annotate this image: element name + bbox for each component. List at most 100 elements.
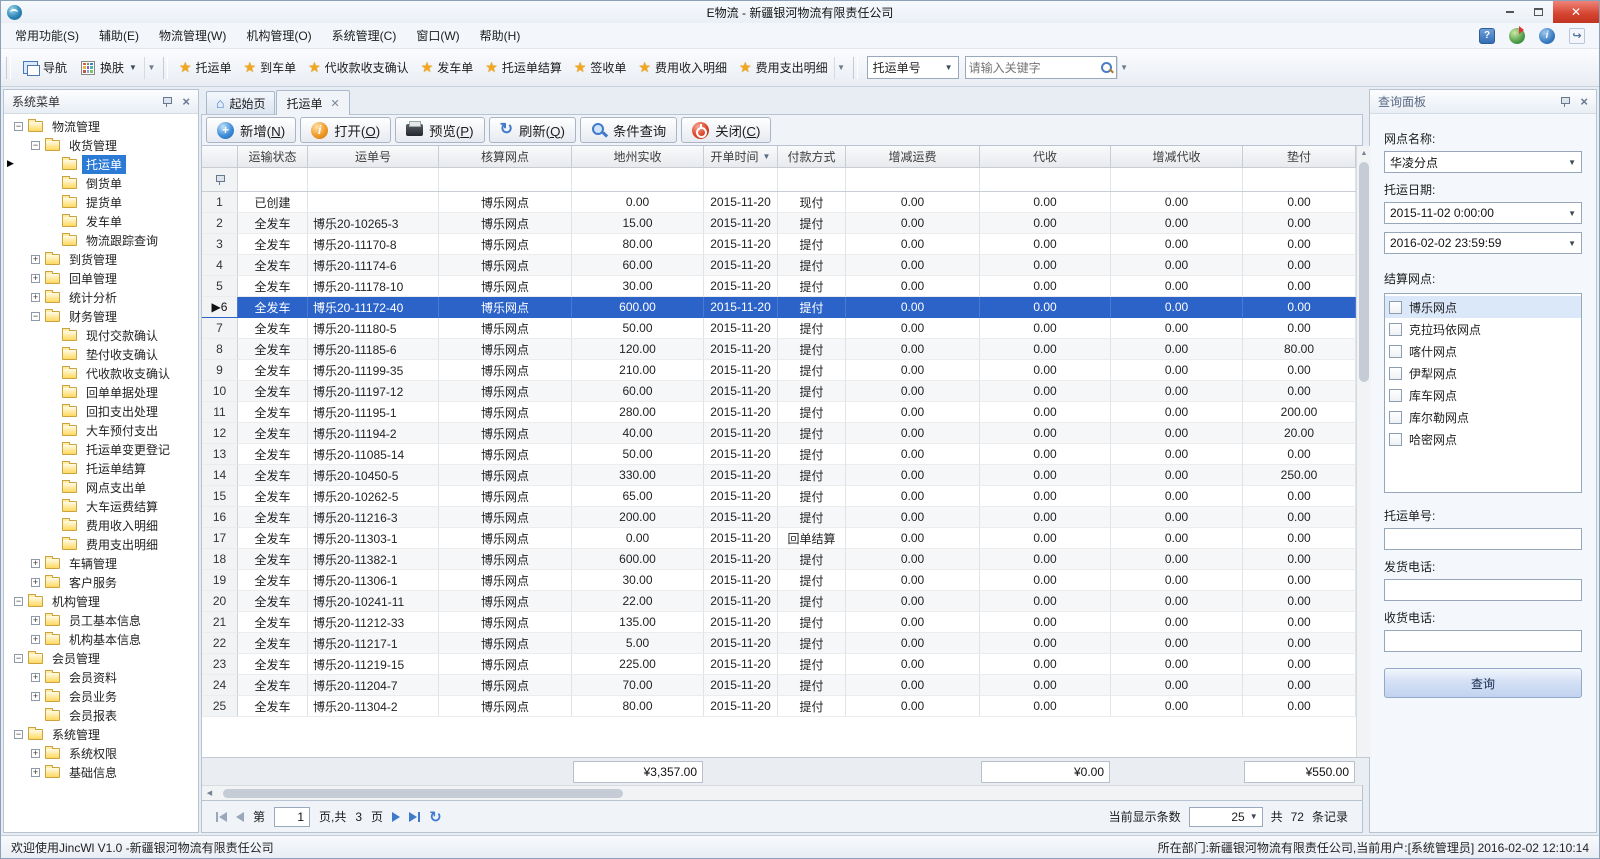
tree-item[interactable]: −收货管理	[4, 136, 198, 155]
prev-page-button[interactable]	[236, 812, 244, 822]
filter-cell[interactable]	[572, 168, 704, 191]
tree-item[interactable]: −物流管理	[4, 117, 198, 136]
settle-site-item[interactable]: 喀什网点	[1385, 340, 1581, 362]
menu-item[interactable]: 窗口(W)	[406, 23, 469, 48]
tree-item[interactable]: +车辆管理	[4, 554, 198, 573]
expand-toggle-icon[interactable]: +	[31, 749, 40, 758]
query-button[interactable]: 条件查询	[580, 117, 677, 143]
table-row[interactable]: 5全发车博乐20-11178-10博乐网点30.002015-11-20提付0.…	[202, 276, 1356, 297]
toolbar-overflow-button[interactable]: ▼	[144, 57, 158, 79]
tree-item[interactable]: 回单单据处理	[4, 383, 198, 402]
page-size-select[interactable]: 25 ▼	[1189, 807, 1263, 827]
tree-item[interactable]: 提货单	[4, 193, 198, 212]
menu-item[interactable]: 辅助(E)	[89, 23, 149, 48]
expand-toggle-icon[interactable]: +	[31, 768, 40, 777]
tree-item[interactable]: 托运单变更登记	[4, 440, 198, 459]
checkbox-icon[interactable]	[1389, 323, 1402, 336]
column-header[interactable]: 付款方式	[778, 146, 846, 167]
tree-item[interactable]: 网点支出单	[4, 478, 198, 497]
menu-item[interactable]: 帮助(H)	[470, 23, 531, 48]
navigation-button[interactable]: 导航	[16, 55, 74, 80]
tree-item[interactable]: −系统管理	[4, 725, 198, 744]
tree-item[interactable]: 回扣支出处理	[4, 402, 198, 421]
first-page-button[interactable]	[216, 812, 227, 822]
scroll-up-icon[interactable]: ▲	[1357, 146, 1371, 160]
filter-cell[interactable]	[980, 168, 1111, 191]
expand-toggle-icon[interactable]: −	[14, 730, 23, 739]
tree-item[interactable]: 大车运费结算	[4, 497, 198, 516]
table-row[interactable]: 13全发车博乐20-11085-14博乐网点50.002015-11-20提付0…	[202, 444, 1356, 465]
receiver-phone-input[interactable]	[1384, 630, 1582, 652]
expand-toggle-icon[interactable]: +	[31, 673, 40, 682]
tree-item[interactable]: 现付交款确认	[4, 326, 198, 345]
website-icon[interactable]	[1509, 28, 1525, 44]
search-icon[interactable]	[1100, 61, 1113, 74]
tree-item[interactable]: +系统权限	[4, 744, 198, 763]
close-icon[interactable]: ×	[1580, 95, 1588, 108]
expand-toggle-icon[interactable]: +	[31, 616, 40, 625]
checkbox-icon[interactable]	[1389, 345, 1402, 358]
help-doc-icon[interactable]	[1479, 28, 1495, 44]
table-row[interactable]: 20全发车博乐20-10241-11博乐网点22.002015-11-20提付0…	[202, 591, 1356, 612]
expand-toggle-icon[interactable]: −	[31, 312, 40, 321]
expand-toggle-icon[interactable]: +	[31, 578, 40, 587]
column-header[interactable]: 代收	[980, 146, 1111, 167]
table-row[interactable]: 17全发车博乐20-11303-1博乐网点0.002015-11-20回单结算0…	[202, 528, 1356, 549]
tree-item[interactable]: 发车单	[4, 212, 198, 231]
checkbox-icon[interactable]	[1389, 389, 1402, 402]
vertical-scrollbar[interactable]: ▲	[1356, 146, 1371, 757]
table-row[interactable]: 3全发车博乐20-11170-8博乐网点80.002015-11-20提付0.0…	[202, 234, 1356, 255]
about-icon[interactable]	[1539, 28, 1555, 44]
tree-item[interactable]: +机构基本信息	[4, 630, 198, 649]
tree-item[interactable]: 托运单结算	[4, 459, 198, 478]
tree-item[interactable]: −财务管理	[4, 307, 198, 326]
table-row[interactable]: 7全发车博乐20-11180-5博乐网点50.002015-11-20提付0.0…	[202, 318, 1356, 339]
tree-item[interactable]: +员工基本信息	[4, 611, 198, 630]
add-button[interactable]: +新增(N)	[206, 117, 296, 143]
scroll-left-icon[interactable]: ◀	[202, 789, 217, 797]
expand-toggle-icon[interactable]: −	[14, 654, 23, 663]
menu-item[interactable]: 物流管理(W)	[149, 23, 236, 48]
checkbox-icon[interactable]	[1389, 433, 1402, 446]
table-row[interactable]: 9全发车博乐20-11199-35博乐网点210.002015-11-20提付0…	[202, 360, 1356, 381]
favorite-shortcut[interactable]: ★费用支出明细	[733, 55, 834, 80]
tree-item[interactable]: 代收款收支确认	[4, 364, 198, 383]
horizontal-scrollbar[interactable]: ◀	[202, 785, 1362, 800]
filter-cell[interactable]	[704, 168, 778, 191]
scrollbar-thumb[interactable]	[223, 789, 623, 798]
filter-cell[interactable]	[778, 168, 846, 191]
table-row[interactable]: 21全发车博乐20-11212-33博乐网点135.002015-11-20提付…	[202, 612, 1356, 633]
settle-site-item[interactable]: 伊犁网点	[1385, 362, 1581, 384]
maximize-button[interactable]	[1524, 1, 1553, 23]
settle-site-item[interactable]: 库车网点	[1385, 384, 1581, 406]
expand-toggle-icon[interactable]: +	[31, 293, 40, 302]
skin-button[interactable]: 换肤 ▼	[74, 55, 144, 80]
sender-phone-input[interactable]	[1384, 579, 1582, 601]
favorite-shortcut[interactable]: ★托运单	[173, 55, 238, 80]
filter-cell[interactable]	[439, 168, 572, 191]
tree-item[interactable]: +到货管理	[4, 250, 198, 269]
table-row[interactable]: ▶6全发车博乐20-11172-40博乐网点600.002015-11-20提付…	[202, 297, 1356, 318]
close-button[interactable]: ✕	[1553, 1, 1599, 23]
date-to-select[interactable]: 2016-02-02 23:59:59 ▼	[1384, 232, 1582, 254]
expand-toggle-icon[interactable]: −	[14, 597, 23, 606]
tree-item[interactable]: −机构管理	[4, 592, 198, 611]
page-number-input[interactable]	[274, 807, 310, 827]
column-header[interactable]: 运单号	[308, 146, 439, 167]
expand-toggle-icon[interactable]: +	[31, 635, 40, 644]
column-header[interactable]: 地州实收	[572, 146, 704, 167]
settle-site-item[interactable]: 博乐网点	[1385, 296, 1581, 318]
refresh-button[interactable]: ↻刷新(Q)	[489, 117, 576, 143]
table-row[interactable]: 19全发车博乐20-11306-1博乐网点30.002015-11-20提付0.…	[202, 570, 1356, 591]
table-row[interactable]: 11全发车博乐20-11195-1博乐网点280.002015-11-20提付0…	[202, 402, 1356, 423]
open-button[interactable]: i打开(O)	[300, 117, 391, 143]
table-row[interactable]: 25全发车博乐20-11304-2博乐网点80.002015-11-20提付0.…	[202, 696, 1356, 717]
expand-toggle-icon[interactable]: +	[31, 559, 40, 568]
preview-button[interactable]: 预览(P)	[395, 117, 484, 143]
table-row[interactable]: 4全发车博乐20-11174-6博乐网点60.002015-11-20提付0.0…	[202, 255, 1356, 276]
tree-item[interactable]: 倒货单	[4, 174, 198, 193]
tab-waybill[interactable]: 托运单✕	[276, 90, 349, 115]
menu-item[interactable]: 机构管理(O)	[236, 23, 321, 48]
tab-close-icon[interactable]: ✕	[331, 97, 340, 110]
tree-item[interactable]: 费用支出明细	[4, 535, 198, 554]
